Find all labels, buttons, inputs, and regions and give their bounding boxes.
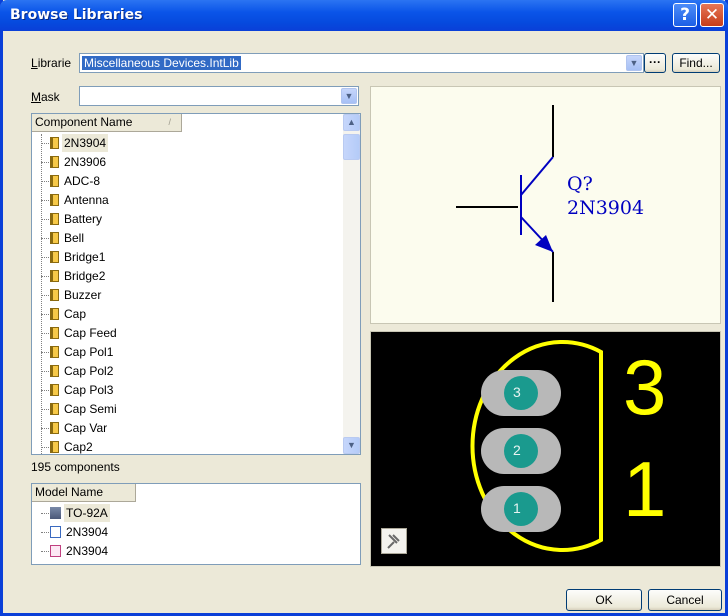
comment-label: 2N3904 [567,197,645,219]
transistor-symbol [456,105,554,302]
pcb-preview: 3 2 1 3 1 [370,331,721,567]
cancel-button[interactable]: Cancel [648,589,722,611]
component-name: Battery [64,212,103,226]
component-name: Antenna [64,193,109,207]
find-button[interactable]: Find... [672,53,720,73]
component-icon [50,441,59,453]
mask-input[interactable]: ▼ [79,86,359,106]
pad-2-number: 2 [513,442,521,458]
footprint-icon [50,507,61,519]
title-bar[interactable]: Browse Libraries ? ✕ [0,0,728,31]
collector-lead [520,156,554,196]
library-select[interactable]: Miscellaneous Devices.IntLib ▼ [79,53,644,73]
component-name: Cap Pol3 [64,383,114,397]
model-name-column-header[interactable]: Model Name [32,484,136,502]
component-count: 195 components [31,460,120,474]
model-name: 2N3904 [66,525,109,539]
scroll-thumb[interactable] [343,134,360,160]
simulation-icon [50,526,61,538]
designator-label: Q? [567,173,593,195]
library-selected-value: Miscellaneous Devices.IntLib [82,56,241,70]
component-name: Buzzer [64,288,102,302]
emitter-arrow [535,235,553,252]
component-name-column-header[interactable]: Component Name / [32,114,182,132]
component-name: Bell [64,231,85,245]
model-name: 2N3904 [66,544,109,558]
component-name: Cap Pol2 [64,364,114,378]
component-icon [50,403,59,415]
sort-icon: / [168,117,171,127]
dialog-title: Browse Libraries [10,7,143,23]
pad-1-number: 1 [513,500,521,516]
component-icon [50,156,59,168]
component-name: Bridge2 [64,269,106,283]
component-icon [50,346,59,358]
pin-icon[interactable] [381,528,407,554]
component-name: Cap Var [64,421,108,435]
component-name: Cap Pol1 [64,345,114,359]
component-icon [50,232,59,244]
help-button[interactable]: ? [673,3,697,27]
to92-footprint [470,340,603,552]
component-icon [50,422,59,434]
component-list-scrollbar[interactable]: ▲ ▼ [343,114,360,454]
component-icon [50,384,59,396]
component-icon [50,270,59,282]
schematic-preview: Q? 2N3904 [370,86,721,324]
component-icon [50,365,59,377]
model-list[interactable]: Model Name TO-92A 2N3904 2N3904 [31,483,361,565]
component-icon [50,137,59,149]
model-name: TO-92A [64,504,110,522]
close-icon: ✕ [704,5,720,25]
pad-3-number: 3 [513,384,521,400]
component-icon [50,194,59,206]
component-icon [50,213,59,225]
silk-label-1: 1 [623,445,667,533]
component-name: 2N3906 [64,155,107,169]
component-name: Cap Feed [64,326,117,340]
component-icon [50,327,59,339]
component-icon [50,251,59,263]
component-name: Cap Semi [64,402,117,416]
component-icon [50,175,59,187]
component-name: ADC-8 [64,174,101,188]
browse-library-button[interactable]: ··· [644,53,666,73]
component-icon [50,308,59,320]
component-name: Cap [64,307,87,321]
library-label: Librarie [31,56,72,70]
component-name: Bridge1 [64,250,106,264]
chevron-down-icon[interactable]: ▼ [626,55,642,71]
hole-2 [504,434,538,468]
scroll-up-icon[interactable]: ▲ [343,114,360,131]
close-button[interactable]: ✕ [700,3,724,27]
silk-label-3: 3 [623,343,667,431]
hole-3 [504,376,538,410]
component-list[interactable]: Component Name / 2N3904 2N3906 ADC-8 Antenn… [31,113,361,455]
chevron-down-icon[interactable]: ▼ [341,88,357,104]
ok-button[interactable]: OK [566,589,642,611]
component-name: Cap2 [64,440,93,454]
signal-integrity-icon [50,545,61,557]
scroll-down-icon[interactable]: ▼ [343,437,360,454]
hole-1 [504,492,538,526]
component-icon [50,289,59,301]
component-name: 2N3904 [62,134,109,152]
mask-label: Mask [31,90,60,104]
help-icon: ? [680,5,690,25]
browse-libraries-dialog: Browse Libraries ? ✕ Librarie Miscellane… [0,0,728,616]
